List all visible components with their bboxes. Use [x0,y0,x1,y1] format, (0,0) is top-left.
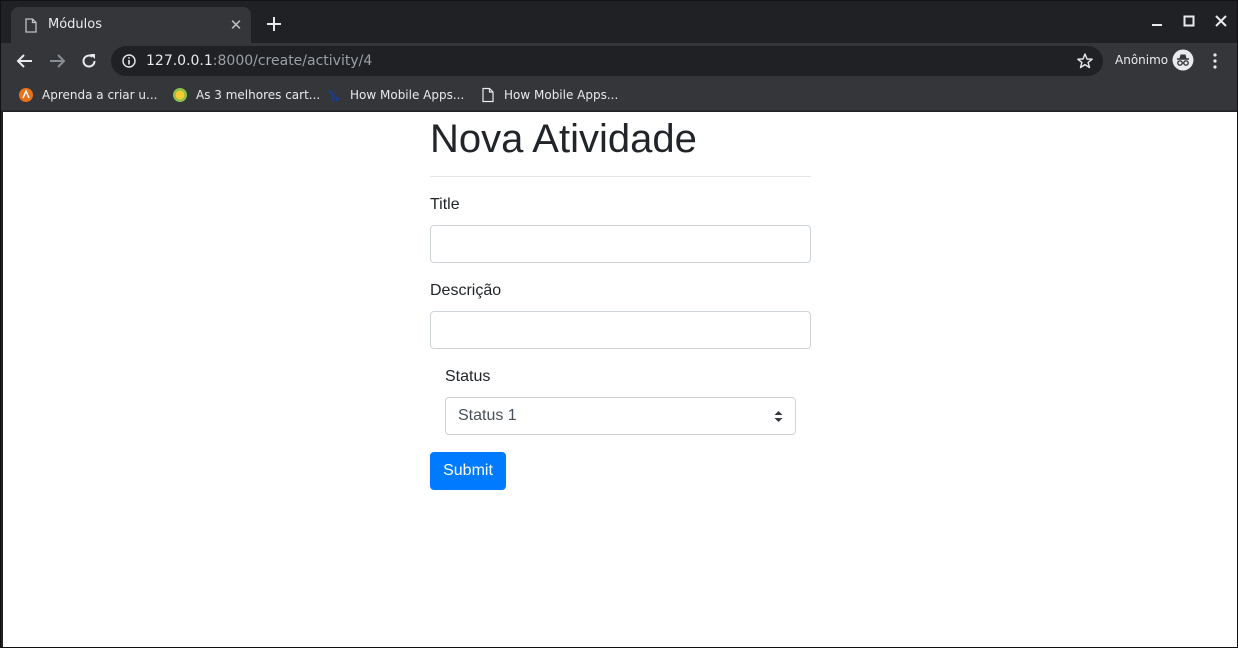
more-menu-icon[interactable] [1207,52,1223,70]
bookmarks-bar: Aprenda a criar u... As 3 melhores cart.… [1,79,1237,111]
profile-name[interactable]: Anônimo [1115,53,1168,67]
close-tab-icon[interactable]: ✕ [227,16,245,34]
tab-strip: Módulos ✕ [1,1,1237,43]
title-input[interactable] [430,225,811,263]
page-title: Nova Atividade [430,117,697,161]
tab-modulos[interactable]: Módulos ✕ [11,7,251,43]
bookmark-item[interactable]: As 3 melhores cart... [172,85,320,105]
page-icon [482,87,494,103]
yellow-green-favicon-icon [173,88,187,102]
status-select[interactable]: Status 1 [445,397,796,435]
page-icon [25,18,37,33]
title-label: Title [430,196,460,213]
description-input[interactable] [430,311,811,349]
browser-window: Módulos ✕ 127.0.0.1:8000/create/activity… [0,0,1238,648]
bookmark-label: How Mobile Apps... [350,88,465,102]
new-tab-plus-icon[interactable] [263,13,285,35]
url-path: :8000/create/activity/4 [212,53,373,69]
bookmark-item[interactable]: Aprenda a criar u... [18,85,157,105]
address-bar[interactable]: 127.0.0.1:8000/create/activity/4 [111,46,1103,76]
blue-favicon-icon [328,89,340,102]
forward-arrow-icon[interactable] [47,51,67,71]
status-selected-value: Status 1 [458,407,517,424]
url-text: 127.0.0.1:8000/create/activity/4 [146,53,372,69]
reload-icon[interactable] [79,51,99,71]
submit-button[interactable]: Submit [430,452,506,490]
tab-title: Módulos [48,17,102,32]
back-arrow-icon[interactable] [15,51,35,71]
bookmark-item[interactable]: How Mobile Apps... [480,85,618,105]
bookmark-item[interactable]: How Mobile Apps... [326,85,464,105]
info-icon[interactable] [122,54,136,68]
url-host: 127.0.0.1 [146,53,213,69]
browser-toolbar: 127.0.0.1:8000/create/activity/4 Anônimo [1,43,1237,79]
maximize-icon[interactable] [1181,13,1197,29]
minimize-icon[interactable] [1149,13,1165,29]
bookmark-label: As 3 melhores cart... [196,88,321,102]
close-window-icon[interactable] [1213,13,1229,29]
select-caret-icon [774,411,783,422]
description-label: Descrição [430,282,502,299]
status-label: Status [445,368,491,385]
page-viewport: Nova Atividade Title Descrição Status St… [3,112,1237,647]
bookmark-label: How Mobile Apps... [504,88,619,102]
orange-favicon-icon [19,88,33,102]
bookmark-label: Aprenda a criar u... [42,88,158,102]
bookmark-star-icon[interactable] [1076,52,1094,70]
title-divider [430,176,811,177]
incognito-icon[interactable] [1172,49,1194,71]
